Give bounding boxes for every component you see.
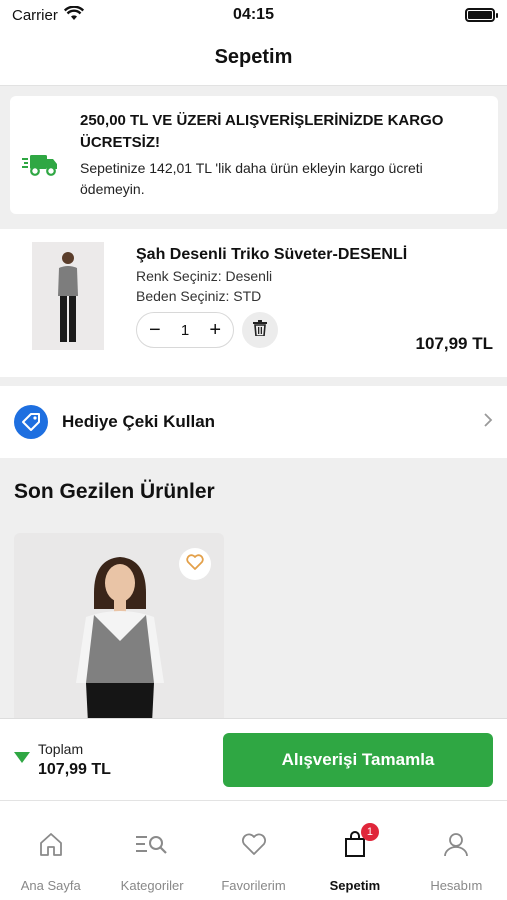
wifi-icon	[63, 5, 84, 25]
tab-home-label: Ana Sayfa	[20, 878, 81, 893]
total-text: Toplam 107,99 TL	[38, 741, 111, 779]
item-info: Şah Desenli Triko Süveter-DESENLİ Renk S…	[104, 242, 493, 377]
trash-icon	[253, 319, 267, 341]
recently-viewed-title: Son Gezilen Ürünler	[14, 480, 215, 503]
increase-quantity-button[interactable]: +	[209, 320, 221, 340]
tab-account-label: Hesabım	[430, 878, 483, 893]
total-value: 107,99 TL	[38, 760, 111, 778]
battery-icon	[465, 8, 498, 22]
tab-cart-label: Sepetim	[329, 878, 381, 893]
item-name[interactable]: Şah Desenli Triko Süveter-DESENLİ	[136, 246, 493, 264]
caret-down-icon	[14, 751, 30, 769]
quantity-value: 1	[180, 321, 190, 339]
heart-icon	[186, 553, 204, 575]
status-time: 04:15	[233, 6, 274, 23]
add-favorite-button[interactable]	[179, 548, 211, 580]
page-title: Sepetim	[214, 46, 293, 68]
tag-icon	[14, 405, 48, 439]
tab-favorites-label: Favorilerim	[221, 878, 286, 893]
shipping-title: 250,00 TL VE ÜZERİ ALIŞVERİŞLERİNİZDE KA…	[80, 112, 444, 151]
nav-bar: Sepetim	[0, 30, 507, 86]
tab-cart[interactable]: 1 Sepetim	[304, 801, 405, 900]
tab-favorites[interactable]: Favorilerim	[203, 801, 304, 900]
free-shipping-notice: 250,00 TL VE ÜZERİ ALIŞVERİŞLERİNİZDE KA…	[10, 96, 498, 214]
tab-home[interactable]: Ana Sayfa	[0, 801, 101, 900]
decrease-quantity-button[interactable]: −	[149, 320, 161, 340]
shipping-truck-icon	[22, 110, 70, 214]
shipping-subtitle: Sepetinize 142,01 TL 'lik daha ürün ekle…	[80, 160, 423, 197]
user-icon	[443, 829, 469, 859]
tab-bar: Ana Sayfa Kategoriler Favorilerim 1 Sepe…	[0, 800, 507, 900]
complete-purchase-button[interactable]: Alışverişi Tamamla	[223, 732, 493, 787]
heart-icon	[241, 829, 267, 859]
tab-account[interactable]: Hesabım	[406, 801, 507, 900]
home-icon	[38, 829, 64, 859]
gift-voucher-label: Hediye Çeki Kullan	[62, 412, 216, 431]
item-size: Beden Seçiniz: STD	[136, 288, 262, 304]
bag-icon: 1	[343, 823, 379, 859]
checkout-bar: Toplam 107,99 TL Alışverişi Tamamla	[0, 718, 507, 800]
quantity-stepper: − 1 +	[136, 312, 234, 348]
cart-item: Şah Desenli Triko Süveter-DESENLİ Renk S…	[0, 229, 507, 377]
item-color: Renk Seçiniz: Desenli	[136, 268, 273, 284]
total-block[interactable]: Toplam 107,99 TL	[14, 741, 223, 779]
recent-product-card[interactable]	[14, 533, 224, 723]
category-search-icon	[136, 829, 168, 859]
gift-voucher-row[interactable]: Hediye Çeki Kullan	[0, 386, 507, 458]
tab-categories-label: Kategoriler	[120, 878, 184, 893]
product-image[interactable]	[32, 242, 104, 350]
carrier-label: Carrier	[12, 6, 58, 24]
tab-categories[interactable]: Kategoriler	[101, 801, 202, 900]
item-price: 107,99 TL	[415, 334, 494, 353]
shipping-text: 250,00 TL VE ÜZERİ ALIŞVERİŞLERİNİZDE KA…	[70, 110, 486, 214]
status-bar: Carrier 04:15	[0, 0, 507, 30]
chevron-right-icon	[483, 412, 493, 433]
status-left: Carrier	[12, 5, 84, 25]
cart-count-badge: 1	[360, 823, 379, 841]
remove-item-button[interactable]	[242, 312, 278, 348]
total-label: Toplam	[38, 740, 84, 757]
